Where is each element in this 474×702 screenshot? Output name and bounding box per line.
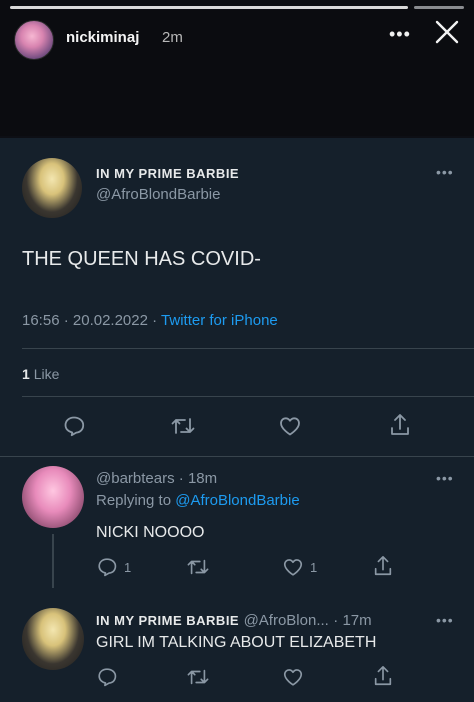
user-handle[interactable]: @barbtears	[96, 470, 175, 487]
divider	[0, 456, 474, 457]
reply-time: 18m	[187, 470, 218, 487]
replying-prefix: Replying to	[96, 492, 172, 509]
reply-icon[interactable]	[96, 556, 118, 578]
likes-summary[interactable]: 1 Like	[22, 366, 59, 382]
share-icon[interactable]	[372, 554, 394, 578]
like-icon[interactable]	[282, 556, 304, 578]
story-username[interactable]: nickiminaj	[66, 29, 139, 46]
display-name[interactable]: IN MY PRIME BARBIE	[96, 613, 239, 628]
user-handle[interactable]: @AfroBlon...	[244, 612, 329, 629]
thread-line	[52, 534, 54, 588]
close-icon[interactable]	[431, 16, 463, 48]
like-icon[interactable]	[278, 414, 302, 438]
divider	[22, 396, 474, 397]
reply-count: 1	[124, 560, 132, 575]
reply-header: @barbtears · 18m	[96, 470, 218, 487]
like-icon[interactable]	[282, 666, 304, 688]
share-icon[interactable]	[372, 664, 394, 688]
more-button[interactable]: •••	[436, 164, 454, 180]
tweet-date: 20.02.2022	[72, 312, 148, 329]
reply-icon[interactable]	[96, 666, 118, 688]
avatar[interactable]	[22, 466, 84, 528]
more-button[interactable]: •••	[436, 470, 454, 486]
reply-time: 17m	[342, 612, 372, 629]
story-header: nickiminaj 2m •••	[0, 0, 474, 136]
reply-header: IN MY PRIME BARBIE @AfroBlon... · 17m	[96, 612, 372, 629]
more-button[interactable]: •••	[436, 612, 454, 628]
story-progress-bar	[10, 6, 408, 9]
likes-count: 1	[22, 366, 30, 382]
replying-to: Replying to @AfroBlondBarbie	[96, 492, 300, 509]
avatar[interactable]	[22, 158, 82, 218]
like-count: 1	[310, 560, 318, 575]
reply-text: NICKI NOOOO	[96, 524, 205, 541]
tweet-time: 16:56	[22, 312, 60, 329]
display-name[interactable]: IN MY PRIME BARBIE	[96, 166, 239, 181]
tweet-text: THE QUEEN HAS COVID-	[22, 248, 261, 270]
divider	[22, 348, 474, 349]
retweet-icon[interactable]	[186, 666, 210, 688]
story-time: 2m	[162, 29, 183, 46]
tweet-source[interactable]: Twitter for iPhone	[161, 312, 278, 329]
replying-to-handle[interactable]: @AfroBlondBarbie	[175, 492, 299, 509]
story-progress-bar-next	[414, 6, 464, 9]
story-more-button[interactable]: •••	[389, 24, 411, 45]
retweet-icon[interactable]	[186, 556, 210, 578]
user-handle[interactable]: @AfroBlondBarbie	[96, 186, 220, 203]
tweet-meta: 16:56 · 20.02.2022 · Twitter for iPhone	[22, 312, 278, 329]
share-icon[interactable]	[388, 412, 412, 438]
reply-text: GIRL IM TALKING ABOUT ELIZABETH	[96, 634, 377, 651]
story-avatar[interactable]	[14, 20, 54, 60]
likes-label: Like	[33, 366, 60, 382]
avatar[interactable]	[22, 608, 84, 670]
tweet-panel: IN MY PRIME BARBIE @AfroBlondBarbie ••• …	[0, 138, 474, 702]
retweet-icon[interactable]	[170, 414, 196, 438]
reply-icon[interactable]	[62, 414, 86, 438]
